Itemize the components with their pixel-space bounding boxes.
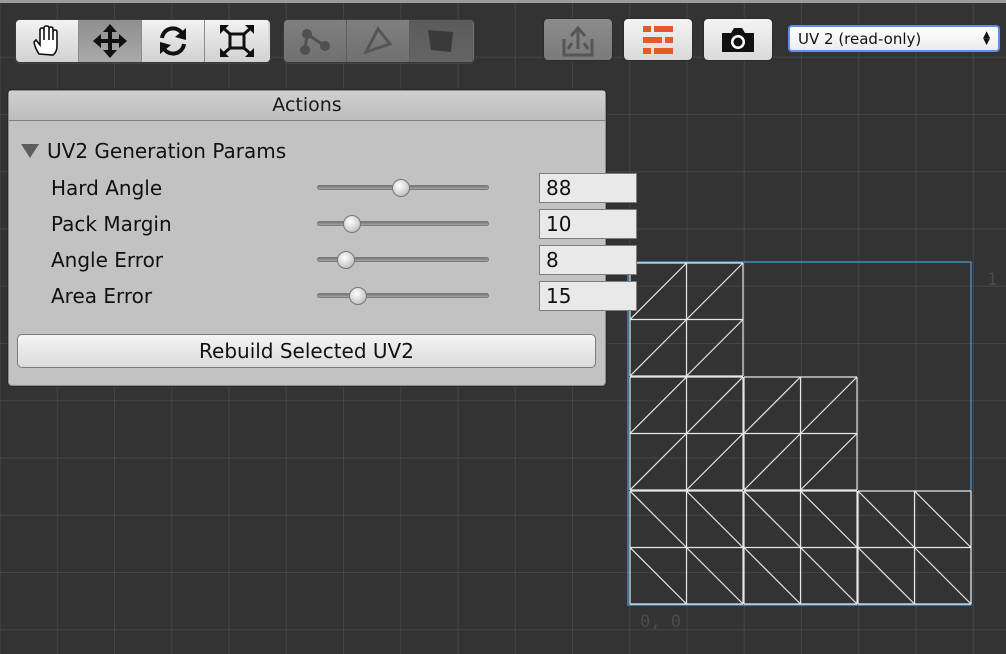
uv-triangle-edge: [800, 433, 858, 491]
pack-margin-field[interactable]: 10: [539, 209, 637, 239]
uv-triangle-edge: [914, 490, 972, 548]
uv-triangle-edge: [686, 547, 744, 605]
slider-thumb[interactable]: [349, 287, 367, 305]
angle-error-field[interactable]: 8: [539, 245, 637, 275]
pack-margin-slider[interactable]: [317, 215, 489, 233]
area-error-field[interactable]: 15: [539, 281, 637, 311]
uv-triangle-edge: [629, 376, 687, 434]
param-label: Area Error: [51, 284, 153, 308]
slider-thumb[interactable]: [392, 179, 410, 197]
param-row-hard-angle: Hard Angle 88: [51, 173, 637, 203]
uv-triangle-edge: [743, 490, 801, 548]
uv2-params-foldout[interactable]: UV2 Generation Params: [21, 139, 286, 163]
foldout-triangle-icon: [21, 144, 39, 158]
uv-triangle-edge: [914, 547, 972, 605]
uv-triangle-edge: [629, 319, 687, 377]
uv-triangle-edge: [857, 547, 915, 605]
param-row-area-error: Area Error 15: [51, 281, 637, 311]
uv-corner-label: 1: [987, 270, 998, 290]
uv-triangle-edge: [857, 490, 915, 548]
uv-triangle-edge: [686, 490, 744, 548]
hard-angle-field[interactable]: 88: [539, 173, 637, 203]
area-error-slider[interactable]: [317, 287, 489, 305]
param-label: Hard Angle: [51, 176, 163, 200]
param-label: Angle Error: [51, 248, 164, 272]
uv-triangle-edge: [686, 319, 744, 377]
param-row-pack-margin: Pack Margin 10: [51, 209, 637, 239]
actions-panel: Actions UV2 Generation Params Hard Angle…: [8, 90, 637, 386]
slider-thumb[interactable]: [337, 251, 355, 269]
uv-triangle-edge: [800, 376, 858, 434]
uv-triangle-edge: [686, 433, 744, 491]
uv-triangle-edge: [686, 262, 744, 320]
uv-triangle-edge: [629, 262, 687, 320]
rebuild-uv2-button[interactable]: Rebuild Selected UV2: [17, 334, 596, 368]
uv-origin-label: 0, 0: [640, 612, 681, 632]
hard-angle-slider[interactable]: [317, 179, 489, 197]
actions-panel-title[interactable]: Actions: [9, 91, 605, 121]
angle-error-slider[interactable]: [317, 251, 489, 269]
uv-triangle-edge: [743, 547, 801, 605]
uv-triangle-edge: [743, 433, 801, 491]
param-row-angle-error: Angle Error 8: [51, 245, 637, 275]
uv-triangle-edge: [686, 376, 744, 434]
uv-triangle-edge: [629, 547, 687, 605]
uv-triangle-edge: [743, 376, 801, 434]
uv-triangle-edge: [800, 490, 858, 548]
slider-thumb[interactable]: [343, 215, 361, 233]
uv2-params-foldout-label: UV2 Generation Params: [47, 139, 287, 163]
param-label: Pack Margin: [51, 212, 172, 236]
uv-triangle-edge: [800, 547, 858, 605]
slider-track: [317, 293, 489, 298]
uv-triangle-edge: [629, 433, 687, 491]
uv-triangle-edge: [629, 490, 687, 548]
